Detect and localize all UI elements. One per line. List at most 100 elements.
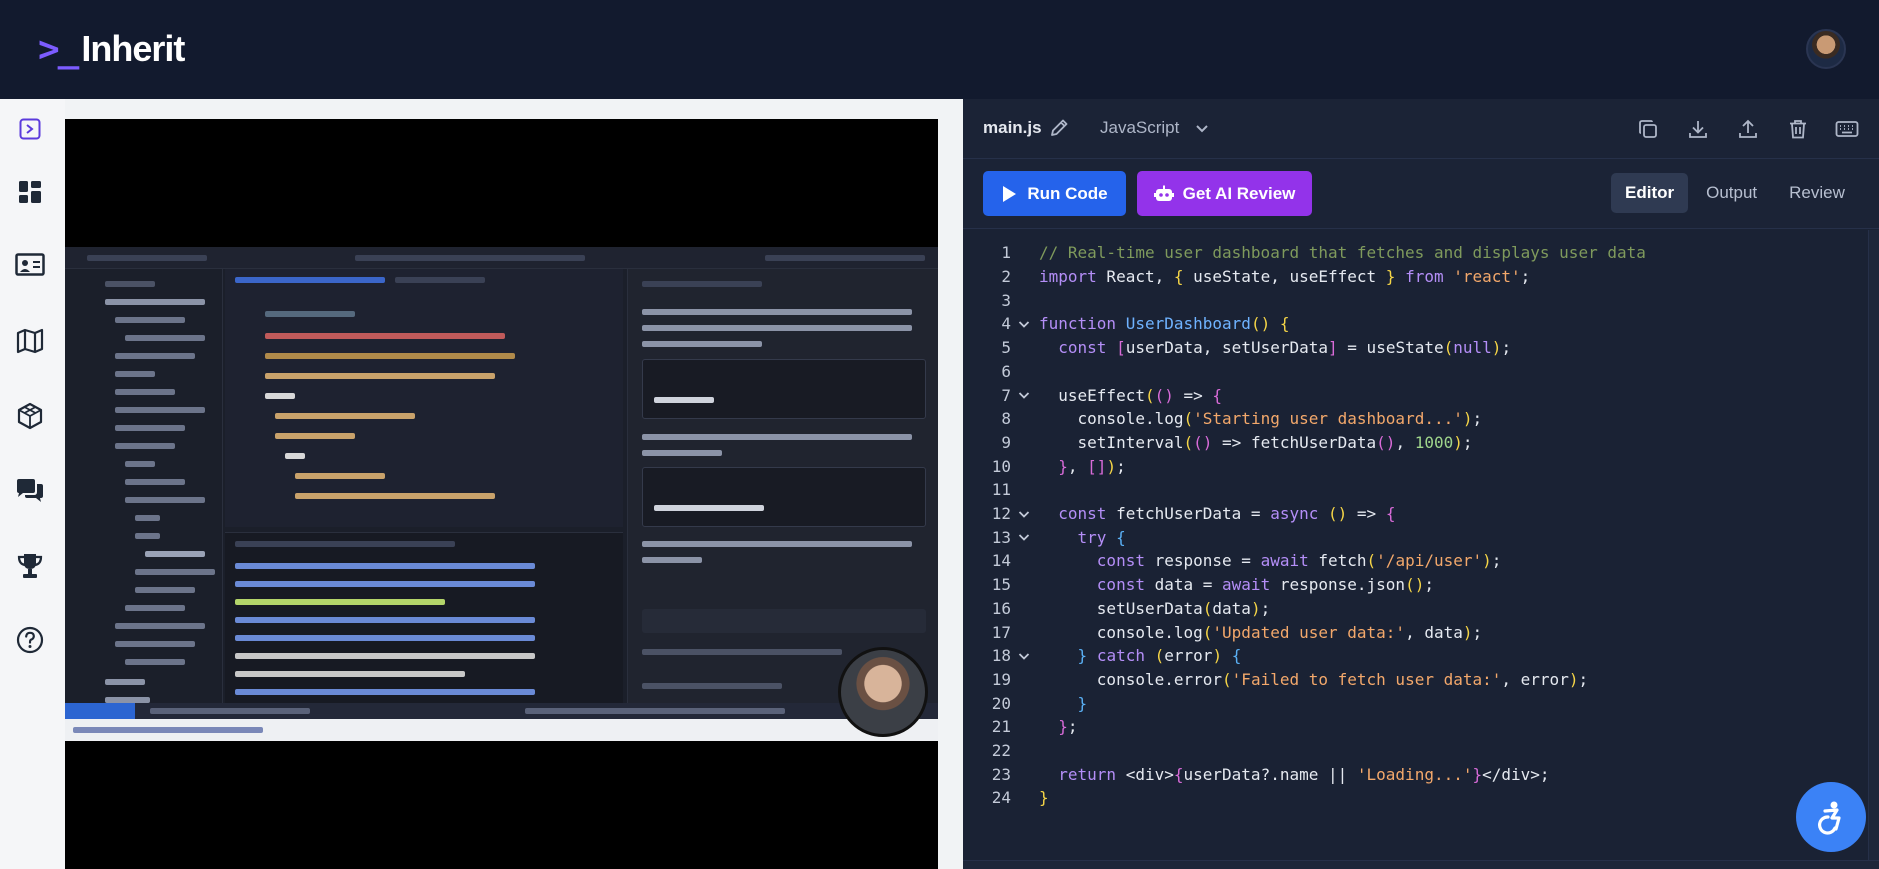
code-token: { <box>1173 764 1184 784</box>
video-os-taskbar <box>65 719 938 741</box>
code-line[interactable]: 6 <box>963 360 1879 384</box>
user-avatar[interactable] <box>1806 29 1846 69</box>
chevron-down-icon[interactable] <box>1193 119 1211 137</box>
help-circle-icon[interactable] <box>13 623 47 657</box>
cube-icon[interactable] <box>13 399 47 433</box>
code-text: useEffect(() => { <box>1037 386 1222 405</box>
fold-chevron-icon[interactable] <box>1011 388 1037 402</box>
map-icon[interactable] <box>13 324 47 358</box>
code-line[interactable]: 11 <box>963 478 1879 502</box>
code-token: ) <box>1212 646 1223 666</box>
code-token: } <box>1077 693 1088 713</box>
code-line[interactable]: 14 const response = await fetch('/api/us… <box>963 549 1879 573</box>
code-token: () <box>1328 504 1348 524</box>
line-number: 23 <box>991 764 1011 784</box>
copy-icon[interactable] <box>1635 116 1661 142</box>
code-line[interactable]: 8 console.log('Starting user dashboard..… <box>963 407 1879 431</box>
code-line[interactable]: 20 } <box>963 691 1879 715</box>
code-token: await <box>1260 551 1309 571</box>
code-token: { <box>1279 314 1290 334</box>
download-icon[interactable] <box>1685 116 1711 142</box>
code-line[interactable]: 17 console.log('Updated user data:', dat… <box>963 620 1879 644</box>
code-token: null <box>1453 338 1492 358</box>
code-line[interactable]: 18 } catch (error) { <box>963 644 1879 668</box>
accessibility-button[interactable] <box>1796 782 1866 852</box>
line-number: 8 <box>1001 409 1011 429</box>
code-token: => <box>1347 504 1386 524</box>
code-token: ; <box>1491 551 1502 571</box>
vertical-scrollbar[interactable] <box>1868 230 1879 866</box>
horizontal-scrollbar[interactable] <box>963 860 1879 869</box>
presentation-board-icon[interactable] <box>13 249 47 283</box>
code-token: { <box>1212 385 1223 405</box>
code-line[interactable]: 16 setUserData(data); <box>963 597 1879 621</box>
code-token: } <box>1472 764 1483 784</box>
code-line[interactable]: 4 function UserDashboard() { <box>963 312 1879 336</box>
code-token: data <box>1212 598 1251 618</box>
code-token: ) <box>1453 432 1463 452</box>
tab-editor[interactable]: Editor <box>1611 173 1689 213</box>
code-line[interactable]: 12 const fetchUserData = async () => { <box>963 502 1879 526</box>
code-line[interactable]: 24} <box>963 786 1879 810</box>
code-line[interactable]: 9 setInterval(() => fetchUserData(), 100… <box>963 431 1879 455</box>
code-line[interactable]: 7 useEffect(() => { <box>963 383 1879 407</box>
fold-chevron-icon[interactable] <box>1011 317 1037 331</box>
tab-output[interactable]: Output <box>1692 173 1771 213</box>
dashboard-icon[interactable] <box>13 175 47 209</box>
code-token: 'Updated user data:' <box>1212 622 1406 642</box>
code-line[interactable]: 1 // Real-time user dashboard that fetche… <box>963 241 1879 265</box>
upload-icon[interactable] <box>1735 116 1761 142</box>
code-line[interactable]: 23 return <div>{userData?.name || 'Loadi… <box>963 762 1879 786</box>
code-token: const <box>1058 504 1107 524</box>
line-number: 14 <box>991 551 1011 571</box>
tab-review[interactable]: Review <box>1775 173 1859 213</box>
trash-icon[interactable] <box>1785 116 1811 142</box>
ai-review-button[interactable]: Get AI Review <box>1137 171 1312 216</box>
code-line[interactable]: 2 import React, { useState, useEffect } f… <box>963 265 1879 289</box>
chat-bubbles-icon[interactable] <box>13 474 47 508</box>
pencil-icon[interactable] <box>1048 117 1070 139</box>
language-select[interactable]: JavaScript <box>1100 118 1179 138</box>
logo[interactable]: >_ Inherit <box>38 28 185 70</box>
code-line[interactable]: 13 try { <box>963 525 1879 549</box>
code-line[interactable]: 21 }; <box>963 715 1879 739</box>
code-token: useEffect <box>1039 385 1145 405</box>
code-area[interactable]: 1 // Real-time user dashboard that fetche… <box>963 230 1879 866</box>
line-number: 16 <box>991 598 1011 618</box>
trophy-icon[interactable] <box>13 549 47 583</box>
code-line[interactable]: 3 <box>963 288 1879 312</box>
fold-chevron-icon[interactable] <box>1011 530 1037 544</box>
fold-chevron-icon[interactable] <box>1011 507 1037 521</box>
code-line[interactable]: 22 <box>963 739 1879 763</box>
sidebar-toggle-icon[interactable] <box>13 112 47 146</box>
code-text: try { <box>1037 528 1126 547</box>
run-code-button[interactable]: Run Code <box>983 171 1126 216</box>
code-line[interactable]: 5 const [userData, setUserData] = useSta… <box>963 336 1879 360</box>
code-line[interactable]: 10 }, []); <box>963 454 1879 478</box>
code-line[interactable]: 15 const data = await response.json(); <box>963 573 1879 597</box>
code-token: console.log <box>1039 409 1184 429</box>
filename[interactable]: main.js <box>983 118 1042 138</box>
code-line[interactable]: 19 console.error('Failed to fetch user d… <box>963 668 1879 692</box>
code-token: data = <box>1144 575 1223 595</box>
code-token: UserDashboard <box>1125 314 1251 334</box>
code-token: { <box>1231 646 1242 666</box>
code-text: const data = await response.json(); <box>1037 575 1434 594</box>
fold-chevron-icon[interactable] <box>1011 649 1037 663</box>
code-text: } <box>1037 693 1088 713</box>
code-editor-panel: main.js JavaScript Run Code Get AI Revie… <box>963 99 1879 869</box>
code-token: ) <box>1491 338 1502 358</box>
code-token: 'Failed to fetch user data:' <box>1231 669 1502 689</box>
code-token: '/api/user' <box>1376 551 1483 571</box>
code-token: ( <box>1183 409 1194 429</box>
code-token: ; <box>1424 575 1434 595</box>
code-token: import <box>1039 267 1097 287</box>
video-player[interactable] <box>65 119 938 869</box>
line-number: 10 <box>991 456 1011 476</box>
keyboard-icon[interactable] <box>1834 116 1860 142</box>
